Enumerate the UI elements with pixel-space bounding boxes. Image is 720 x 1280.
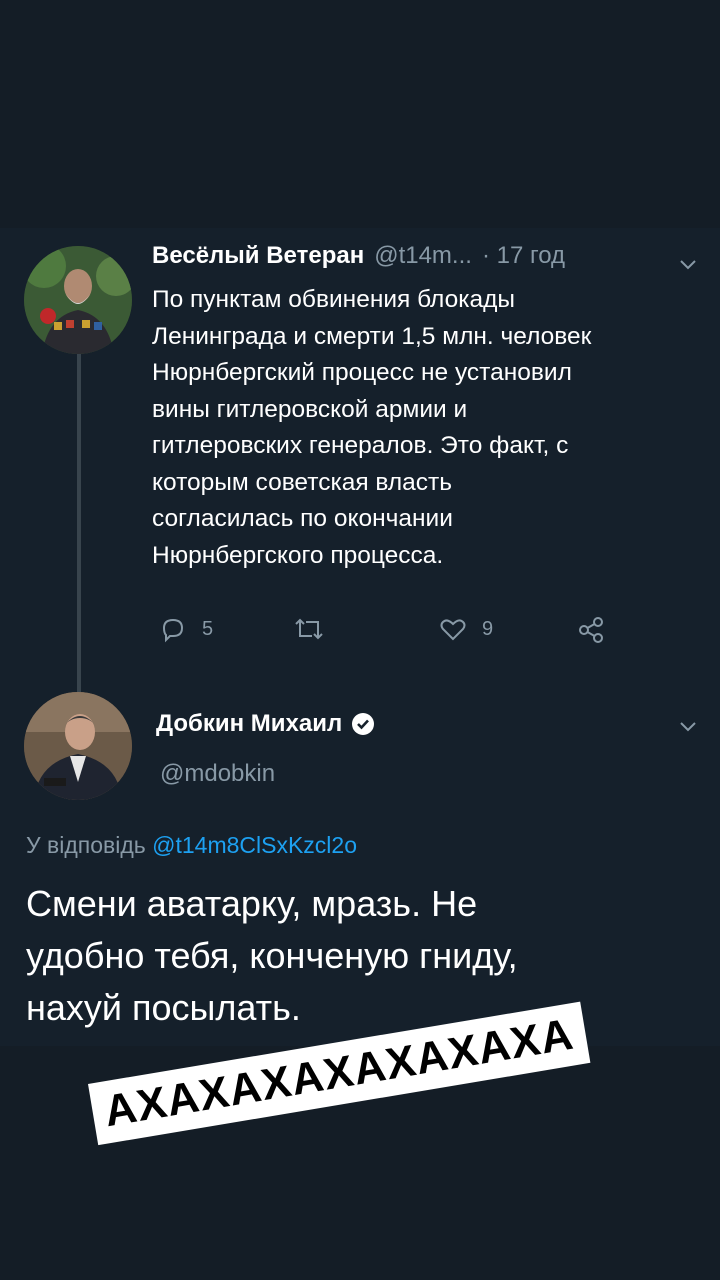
tweet2-text: Смени аватарку, мразь. Не удобно тебя, к…	[26, 878, 706, 1034]
tweet-line: согласилась по окончании	[152, 505, 453, 532]
author-name[interactable]: Добкин Михаил	[156, 710, 342, 738]
tweet-line: Ленинграда и смерти 1,5 млн. человек	[152, 322, 592, 350]
verified-icon	[352, 713, 375, 735]
tweet-line: которым советская власть	[152, 468, 453, 496]
avatar-dobkin[interactable]	[24, 692, 132, 800]
retweet-button[interactable]	[292, 614, 326, 644]
tweet-line: вины гитлеровской армии и	[152, 395, 468, 423]
chevron-down-icon[interactable]	[676, 252, 700, 276]
share-button[interactable]	[576, 614, 606, 644]
author-handle[interactable]: @mdobkin	[160, 760, 275, 788]
tweet-line: нахуй посылать.	[26, 987, 301, 1028]
avatar-veteran[interactable]	[24, 246, 132, 354]
reply-prefix: У відповідь	[26, 832, 146, 858]
reply-context: У відповідь @t14m8ClSxKzcl2o	[26, 832, 357, 859]
tweet-line: удобно тебя, конченую гниду,	[26, 935, 518, 976]
thread-line	[77, 352, 81, 692]
tweet-line: Нюрнбергского процесса.	[152, 541, 444, 569]
tweet-time[interactable]: · 17 год	[482, 242, 565, 270]
tweet1-actions: 5 9	[152, 614, 632, 650]
like-icon	[440, 619, 466, 641]
tweet1-text: По пунктам обвинения блокады Ленинграда …	[152, 282, 712, 574]
reply-button[interactable]: 5	[158, 614, 213, 644]
reply-handle-link[interactable]: @t14m8ClSxKzcl2o	[152, 832, 357, 858]
share-icon	[579, 617, 603, 643]
tweet-line: Смени аватарку, мразь. Не	[26, 883, 478, 924]
author-handle[interactable]: @t14m...	[374, 242, 472, 270]
like-count: 9	[482, 617, 494, 640]
retweet-icon	[295, 618, 323, 640]
tweet-line: По пунктам обвинения блокады	[152, 286, 516, 313]
reply-count: 5	[202, 617, 214, 640]
tweet-line: Нюрнбергский процесс не установил	[152, 359, 572, 386]
tweet-line: гитлеровских генералов. Это факт, с	[152, 432, 569, 459]
chevron-down-icon[interactable]	[676, 714, 700, 738]
author-name[interactable]: Весёлый Ветеран	[152, 242, 364, 270]
reply-icon	[162, 618, 184, 643]
tweet2-header: Добкин Михаил	[156, 710, 376, 738]
like-button[interactable]: 9	[438, 614, 493, 644]
tweet1-header: Весёлый Ветеран @t14m... · 17 год	[152, 242, 712, 278]
